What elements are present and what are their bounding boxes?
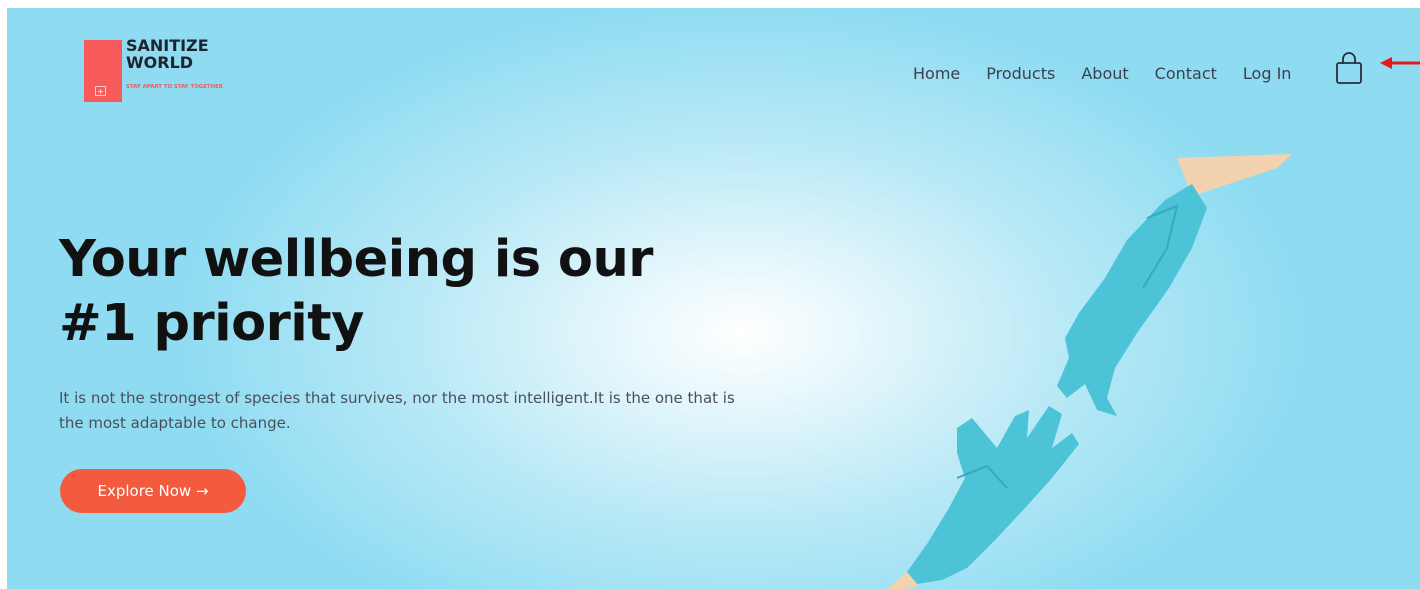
main-nav: Home Products About Contact Log In	[913, 58, 1291, 88]
nav-home[interactable]: Home	[913, 64, 960, 83]
logo-mark	[84, 40, 122, 102]
nav-login[interactable]: Log In	[1243, 64, 1292, 83]
red-arrow-annotation	[1380, 57, 1420, 69]
shopping-bag-icon[interactable]	[1335, 51, 1363, 87]
logo-tagline: STAY APART TO STAY TOGETHER	[126, 84, 223, 90]
explore-now-button[interactable]: Explore Now →	[60, 469, 246, 513]
hero-heading: Your wellbeing is our #1 priority	[59, 228, 759, 356]
hero-heading-line2: #1 priority	[59, 294, 364, 353]
nav-products[interactable]: Products	[986, 64, 1055, 83]
hero-section: SANITIZE WORLD STAY APART TO STAY TOGETH…	[7, 8, 1420, 589]
brand-logo[interactable]: SANITIZE WORLD STAY APART TO STAY TOGETH…	[84, 37, 224, 104]
hero-heading-line1: Your wellbeing is our	[59, 230, 653, 289]
logo-title: SANITIZE WORLD	[126, 36, 209, 72]
first-aid-icon	[95, 86, 106, 96]
hero-subtitle: It is not the strongest of species that …	[59, 389, 735, 432]
nav-contact[interactable]: Contact	[1155, 64, 1217, 83]
gloved-hands-image	[887, 154, 1292, 589]
nav-about[interactable]: About	[1081, 64, 1128, 83]
